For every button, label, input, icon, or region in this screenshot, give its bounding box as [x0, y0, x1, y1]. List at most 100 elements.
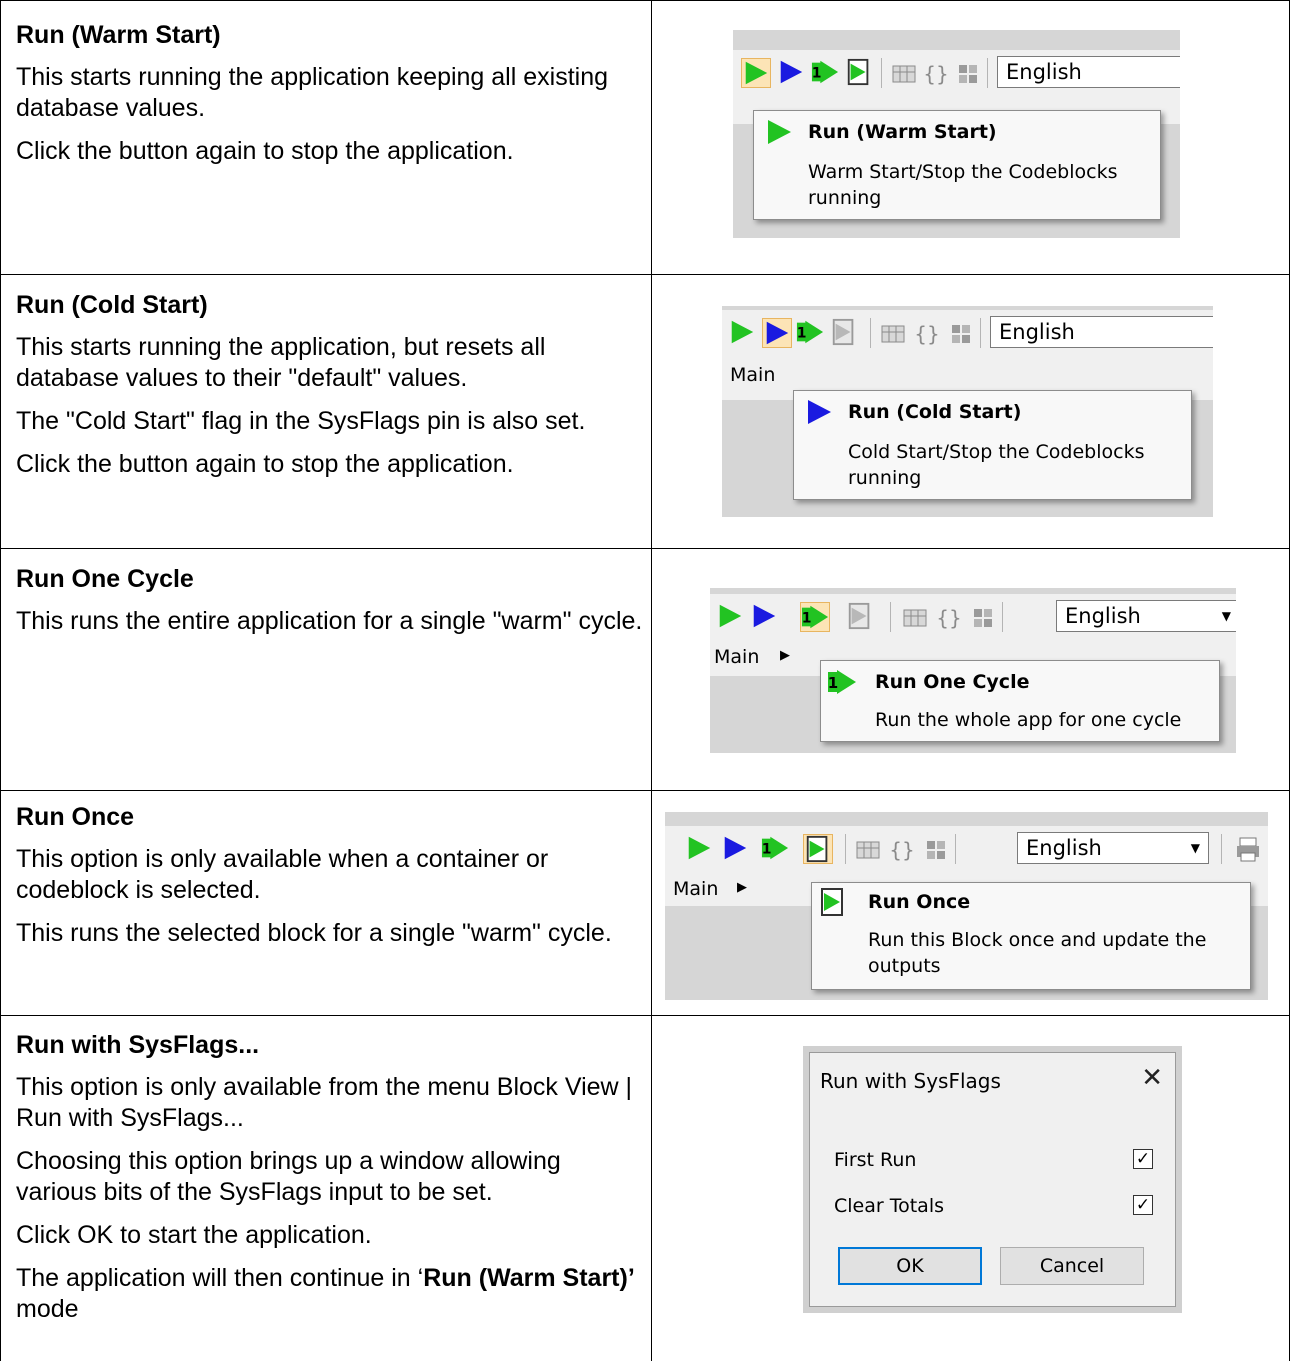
run-one-cycle-button[interactable] — [796, 318, 826, 348]
row-paragraph: This runs the entire application for a s… — [16, 607, 643, 635]
run-one-cycle-icon — [796, 320, 824, 344]
run-warm-icon — [745, 61, 768, 85]
block-icon[interactable] — [970, 604, 996, 630]
run-one-cycle-button[interactable] — [761, 834, 791, 864]
tooltip-title: Run One Cycle — [875, 671, 1030, 693]
dialog-window: Run with SysFlags ✕ First Run ✓ Clear To… — [809, 1052, 1176, 1307]
run-one-cycle-button[interactable] — [800, 602, 830, 632]
run-cold-button[interactable] — [721, 834, 751, 864]
row-paragraph: Click the button again to stop the appli… — [16, 450, 514, 478]
language-select[interactable]: English ▼ — [1056, 600, 1236, 632]
clear-totals-checkbox[interactable]: ✓ — [1133, 1195, 1153, 1215]
braces-icon[interactable] — [889, 836, 915, 862]
tooltip-description: Warm Start/Stop the Codeblocks running — [808, 161, 1118, 209]
language-select[interactable]: English — [990, 316, 1213, 348]
block-icon[interactable] — [948, 320, 974, 346]
row-one-cycle-text: Run One Cycle This runs the entire appli… — [16, 564, 644, 637]
check-icon: ✓ — [1135, 1149, 1151, 1169]
tooltip: Run Once Run this Block once and update … — [811, 882, 1251, 990]
row-paragraph: The application will then continue in ‘R… — [16, 1263, 644, 1325]
grid-icon[interactable] — [880, 320, 906, 346]
tooltip-description: Cold Start/Stop the Codeblocks running — [848, 441, 1145, 489]
close-icon[interactable]: ✕ — [1141, 1063, 1163, 1093]
tooltip: Run One Cycle Run the whole app for one … — [820, 660, 1220, 742]
printer-icon[interactable] — [1235, 836, 1261, 862]
content-table: Run (Warm Start) This starts running the… — [0, 0, 1290, 1361]
row-paragraph: This runs the selected block for a singl… — [16, 919, 612, 947]
run-once-button[interactable] — [830, 318, 860, 348]
block-icon[interactable] — [923, 836, 949, 862]
braces-icon[interactable] — [923, 60, 949, 86]
run-with-sysflags-dialog: Run with SysFlags ✕ First Run ✓ Clear To… — [803, 1046, 1182, 1313]
language-value: English — [1006, 60, 1082, 84]
table-border — [0, 0, 1, 1361]
run-warm-icon — [688, 836, 711, 860]
cold-start-screenshot: English Main Run (Cold Start) Cold Start… — [722, 306, 1213, 517]
language-select[interactable]: English — [997, 56, 1180, 88]
grid-icon[interactable] — [902, 604, 928, 630]
tooltip-title: Run (Cold Start) — [848, 401, 1022, 423]
run-one-cycle-icon — [761, 836, 789, 860]
chevron-right-icon[interactable]: ▶ — [780, 648, 790, 663]
row-title: Run (Cold Start) — [16, 291, 208, 319]
run-cold-button[interactable] — [777, 58, 807, 88]
toolbar-separator — [980, 318, 981, 348]
language-select[interactable]: English ▼ — [1017, 832, 1209, 864]
run-warm-button[interactable] — [728, 318, 758, 348]
run-cold-button[interactable] — [750, 602, 780, 632]
toolbar-separator — [845, 834, 846, 864]
table-border — [0, 0, 1290, 1]
run-once-icon — [832, 318, 854, 346]
run-once-button[interactable] — [846, 602, 876, 632]
tooltip-title: Run (Warm Start) — [808, 121, 997, 143]
run-warm-button[interactable] — [685, 834, 715, 864]
row-paragraph: Click OK to start the application. — [16, 1221, 372, 1249]
row-title: Run One Cycle — [16, 565, 194, 593]
main-menu-label[interactable]: Main — [730, 364, 775, 386]
cancel-button[interactable]: Cancel — [1000, 1247, 1144, 1285]
row-sysflags-text: Run with SysFlags... This option is only… — [16, 1030, 644, 1325]
row-paragraph: This option is only available when a con… — [16, 845, 549, 904]
row-title: Run with SysFlags... — [16, 1031, 260, 1059]
row-divider — [0, 1015, 1290, 1016]
grid-icon[interactable] — [891, 60, 917, 86]
run-one-cycle-button[interactable] — [811, 58, 841, 88]
clear-totals-label: Clear Totals — [834, 1195, 945, 1217]
run-once-button[interactable] — [803, 834, 833, 864]
paragraph-text: The application will then continue in ‘ — [16, 1264, 424, 1292]
run-warm-button[interactable] — [741, 58, 771, 88]
run-once-button[interactable] — [845, 58, 875, 88]
language-value: English — [1065, 604, 1141, 628]
toolbar-separator — [1002, 602, 1003, 632]
run-cold-button[interactable] — [762, 318, 792, 348]
braces-icon[interactable] — [914, 320, 940, 346]
chevron-right-icon[interactable]: ▶ — [737, 880, 747, 895]
run-cold-icon — [766, 321, 789, 345]
toolbar: English ▼ — [665, 826, 1268, 872]
run-once-icon — [821, 888, 843, 916]
warm-start-screenshot: English Run (Warm Start) Warm Start/Stop… — [733, 30, 1180, 238]
tooltip: Run (Cold Start) Cold Start/Stop the Cod… — [793, 390, 1192, 500]
toolbar-separator — [1221, 834, 1222, 864]
run-warm-button[interactable] — [716, 602, 746, 632]
run-once-icon — [806, 835, 828, 863]
toolbar: English ▼ — [710, 594, 1236, 640]
run-cold-icon — [724, 836, 747, 860]
first-run-checkbox[interactable]: ✓ — [1133, 1149, 1153, 1169]
run-cold-icon — [753, 604, 776, 628]
run-once-screenshot: English ▼ Main ▶ Run Once Run this Block … — [665, 812, 1268, 1000]
row-paragraph: Choosing this option brings up a window … — [16, 1147, 561, 1206]
toolbar-separator — [881, 58, 882, 88]
main-menu-label[interactable]: Main — [714, 646, 759, 668]
toolbar-separator — [987, 58, 988, 88]
check-icon: ✓ — [1135, 1195, 1151, 1215]
braces-icon[interactable] — [936, 604, 962, 630]
ok-button[interactable]: OK — [838, 1247, 982, 1285]
main-menu-label[interactable]: Main — [673, 878, 718, 900]
row-divider — [0, 790, 1290, 791]
toolbar: English — [722, 310, 1213, 356]
row-paragraph: This starts running the application, but… — [16, 333, 546, 392]
grid-icon[interactable] — [855, 836, 881, 862]
block-icon[interactable] — [955, 60, 981, 86]
row-paragraph: This starts running the application keep… — [16, 63, 609, 122]
